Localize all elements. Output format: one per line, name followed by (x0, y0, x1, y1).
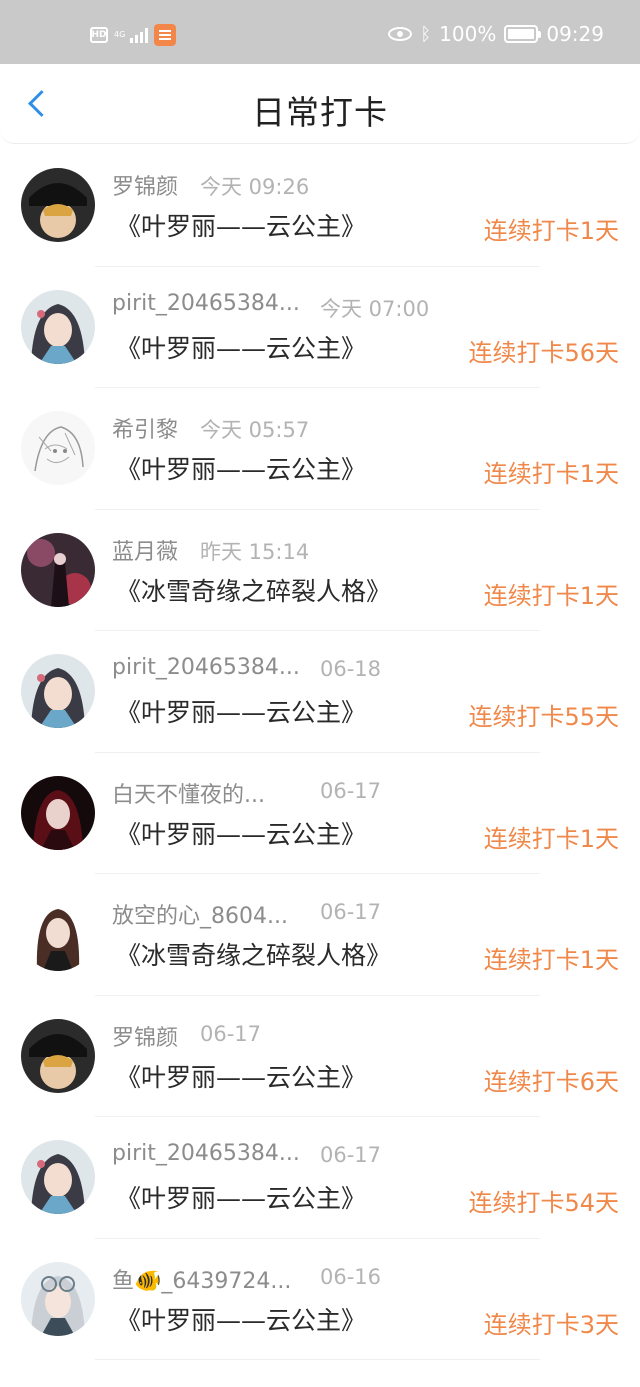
user-name[interactable]: pirit_20465384... (112, 655, 300, 680)
header: 日常打卡 (0, 64, 640, 144)
list-item[interactable]: 白天不懂夜的... 06-17 《叶罗丽——云公主》 连续打卡1天 (0, 753, 640, 874)
streak-label: 连续打卡56天 (468, 338, 619, 367)
streak-label: 连续打卡1天 (483, 824, 619, 853)
book-title[interactable]: 《冰雪奇缘之碎裂人格》 (116, 936, 391, 972)
checkin-time: 06-17 (320, 900, 382, 924)
hd-icon: HD (90, 27, 108, 43)
list-item[interactable]: pirit_20465384... 06-18 《叶罗丽——云公主》 连续打卡5… (0, 631, 640, 753)
user-name[interactable]: 希引黎 (112, 412, 178, 444)
checkin-time: 06-17 (200, 1021, 262, 1046)
avatar[interactable] (21, 168, 95, 242)
user-name[interactable]: 蓝月薇 (112, 534, 178, 566)
eye-comfort-icon (388, 27, 413, 41)
battery-percent: 100% (439, 22, 497, 46)
book-title[interactable]: 《叶罗丽——云公主》 (116, 693, 366, 729)
avatar[interactable] (21, 1018, 95, 1093)
checkin-time: 昨天 15:14 (200, 539, 310, 564)
checkin-time: 今天 09:26 (200, 175, 310, 199)
list-item[interactable]: 鱼🐠_6439724... 06-16 《叶罗丽——云公主》 连续打卡3天 (0, 1239, 640, 1360)
checkin-list: 罗锦颜 今天 09:26 《叶罗丽——云公主》 连续打卡1天 pirit_204… (0, 145, 640, 1360)
book-title[interactable]: 《叶罗丽——云公主》 (116, 207, 366, 243)
book-title[interactable]: 《叶罗丽——云公主》 (116, 1058, 366, 1094)
user-name[interactable]: pirit_20465384... (112, 291, 300, 316)
checkin-time: 今天 07:00 (320, 296, 430, 321)
checkin-time: 06-18 (320, 657, 382, 681)
list-item[interactable]: 希引黎 今天 05:57 《叶罗丽——云公主》 连续打卡1天 (0, 388, 640, 510)
book-title[interactable]: 《叶罗丽——云公主》 (116, 329, 366, 365)
status-right: ᛒ 100% 09:29 (388, 22, 604, 46)
checkin-time: 06-17 (320, 1143, 382, 1167)
avatar[interactable] (21, 1261, 95, 1336)
battery-icon (504, 25, 542, 43)
user-name[interactable]: 白天不懂夜的... (112, 777, 265, 809)
list-item[interactable]: 蓝月薇 昨天 15:14 《冰雪奇缘之碎裂人格》 连续打卡1天 (0, 510, 640, 631)
list-item[interactable]: 罗锦颜 06-17 《叶罗丽——云公主》 连续打卡6天 (0, 996, 640, 1117)
user-name[interactable]: 放空的心_8604... (112, 898, 288, 930)
streak-label: 连续打卡55天 (468, 703, 619, 731)
app-notification-icon (154, 24, 176, 46)
clock: 09:29 (546, 22, 604, 46)
book-title[interactable]: 《冰雪奇缘之碎裂人格》 (116, 572, 391, 608)
network-type: 4G (114, 30, 126, 39)
streak-label: 连续打卡54天 (468, 1189, 619, 1217)
user-name[interactable]: 鱼🐠_6439724... (112, 1263, 291, 1295)
book-title[interactable]: 《叶罗丽——云公主》 (116, 450, 366, 486)
avatar[interactable] (21, 289, 95, 364)
checkin-time: 今天 05:57 (200, 418, 310, 442)
book-title[interactable]: 《叶罗丽——云公主》 (116, 815, 366, 851)
checkin-time: 06-16 (320, 1264, 382, 1289)
bluetooth-icon: ᛒ (420, 23, 432, 45)
avatar[interactable] (21, 411, 95, 485)
status-bar: HD 4G ᛒ 100% 09:29 (0, 0, 640, 64)
list-item[interactable]: pirit_20465384... 今天 07:00 《叶罗丽——云公主》 连续… (0, 267, 640, 388)
signal-icon (130, 27, 148, 43)
user-name[interactable]: pirit_20465384... (112, 1141, 300, 1166)
avatar[interactable] (21, 775, 95, 850)
avatar[interactable] (21, 897, 95, 971)
divider (95, 1359, 540, 1360)
streak-label: 连续打卡6天 (483, 1067, 619, 1096)
streak-label: 连续打卡1天 (483, 946, 619, 974)
streak-label: 连续打卡1天 (483, 217, 619, 245)
avatar[interactable] (21, 532, 95, 607)
list-item[interactable]: 放空的心_8604... 06-17 《冰雪奇缘之碎裂人格》 连续打卡1天 (0, 874, 640, 996)
list-item[interactable]: 罗锦颜 今天 09:26 《叶罗丽——云公主》 连续打卡1天 (0, 145, 640, 267)
user-name[interactable]: 罗锦颜 (112, 1020, 178, 1052)
streak-label: 连续打卡1天 (483, 460, 619, 488)
book-title[interactable]: 《叶罗丽——云公主》 (116, 1179, 366, 1215)
book-title[interactable]: 《叶罗丽——云公主》 (116, 1301, 366, 1337)
page-title: 日常打卡 (252, 93, 388, 132)
checkin-time: 06-17 (320, 778, 382, 803)
avatar[interactable] (21, 1140, 95, 1214)
status-left: HD 4G (90, 24, 176, 46)
avatar[interactable] (21, 654, 95, 728)
user-name[interactable]: 罗锦颜 (112, 169, 178, 201)
streak-label: 连续打卡1天 (483, 581, 619, 610)
list-item[interactable]: pirit_20465384... 06-17 《叶罗丽——云公主》 连续打卡5… (0, 1117, 640, 1239)
streak-label: 连续打卡3天 (483, 1310, 619, 1339)
